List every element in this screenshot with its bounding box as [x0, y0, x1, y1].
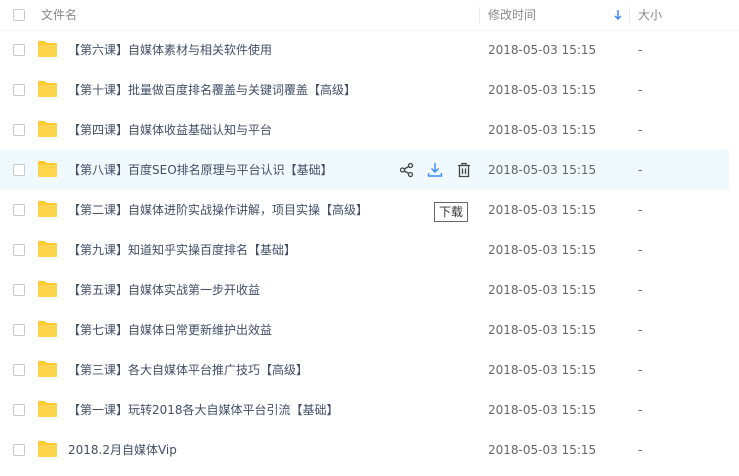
file-name[interactable]: 【第五课】自媒体实战第一步开收益: [68, 270, 260, 310]
folder-icon: [37, 400, 58, 418]
file-row[interactable]: 【第十课】批量做百度排名覆盖与关键词覆盖【高级】 2018-05-03 15:15…: [0, 70, 729, 110]
column-header-name[interactable]: 文件名: [41, 0, 77, 30]
file-name[interactable]: 【第三课】各大自媒体平台推广技巧【高级】: [68, 350, 308, 390]
folder-icon: [37, 360, 58, 378]
file-name[interactable]: 【第二课】自媒体进阶实战操作讲解，项目实操【高级】: [68, 190, 368, 230]
file-size: -: [638, 163, 643, 177]
file-row[interactable]: 【第二课】自媒体进阶实战操作讲解，项目实操【高级】 2018-05-03 15:1…: [0, 190, 729, 230]
file-name[interactable]: 2018.2月自媒体Vip: [68, 430, 177, 470]
row-checkbox[interactable]: [13, 444, 25, 456]
row-checkbox[interactable]: [13, 284, 25, 296]
row-checkbox[interactable]: [13, 164, 25, 176]
modified-time: 2018-05-03 15:15: [488, 163, 597, 177]
file-row[interactable]: 【第九课】知道知乎实操百度排名【基础】 2018-05-03 15:15 -: [0, 230, 729, 270]
file-row[interactable]: 【第三课】各大自媒体平台推广技巧【高级】 2018-05-03 15:15 -: [0, 350, 729, 390]
select-all-checkbox[interactable]: [13, 9, 25, 21]
file-name[interactable]: 【第四课】自媒体收益基础认知与平台: [68, 110, 272, 150]
row-checkbox[interactable]: [13, 84, 25, 96]
file-name[interactable]: 【第六课】自媒体素材与相关软件使用: [68, 30, 272, 70]
column-divider: [479, 7, 480, 23]
file-size: -: [638, 243, 643, 257]
folder-icon: [37, 120, 58, 138]
folder-icon: [37, 440, 58, 458]
file-size: -: [638, 123, 643, 137]
delete-icon[interactable]: [455, 161, 473, 179]
folder-icon: [37, 160, 58, 178]
modified-time: 2018-05-03 15:15: [488, 123, 597, 137]
file-name[interactable]: 【第一课】玩转2018各大自媒体平台引流【基础】: [68, 390, 339, 430]
file-size: -: [638, 363, 643, 377]
file-name[interactable]: 【第七课】自媒体日常更新维护出效益: [68, 310, 272, 350]
row-checkbox[interactable]: [13, 404, 25, 416]
folder-icon: [37, 240, 58, 258]
modified-time: 2018-05-03 15:15: [488, 283, 597, 297]
file-list-header: 文件名 修改时间 大小: [0, 0, 739, 31]
file-row[interactable]: 【第六课】自媒体素材与相关软件使用 2018-05-03 15:15 -: [0, 30, 729, 70]
file-size: -: [638, 283, 643, 297]
file-row[interactable]: 【第七课】自媒体日常更新维护出效益 2018-05-03 15:15 -: [0, 310, 729, 350]
row-checkbox[interactable]: [13, 44, 25, 56]
file-row[interactable]: 【第五课】自媒体实战第一步开收益 2018-05-03 15:15 -: [0, 270, 729, 310]
download-tooltip: 下载: [434, 202, 469, 222]
modified-time: 2018-05-03 15:15: [488, 323, 597, 337]
file-size: -: [638, 43, 643, 57]
file-name[interactable]: 【第十课】批量做百度排名覆盖与关键词覆盖【高级】: [68, 70, 356, 110]
column-divider: [629, 7, 630, 23]
file-row[interactable]: 【第一课】玩转2018各大自媒体平台引流【基础】 2018-05-03 15:15…: [0, 390, 729, 430]
row-checkbox[interactable]: [13, 364, 25, 376]
modified-time: 2018-05-03 15:15: [488, 203, 597, 217]
row-checkbox[interactable]: [13, 244, 25, 256]
modified-time: 2018-05-03 15:15: [488, 363, 597, 377]
row-checkbox[interactable]: [13, 124, 25, 136]
folder-icon: [37, 200, 58, 218]
file-size: -: [638, 323, 643, 337]
file-row[interactable]: 【第八课】百度SEO排名原理与平台认识【基础】 2018-05-03 15:15 -: [0, 150, 729, 190]
file-row[interactable]: 2018.2月自媒体Vip 2018-05-03 15:15 -: [0, 430, 729, 470]
share-icon[interactable]: [398, 161, 416, 179]
file-size: -: [638, 83, 643, 97]
modified-time: 2018-05-03 15:15: [488, 443, 597, 457]
modified-time: 2018-05-03 15:15: [488, 243, 597, 257]
modified-time: 2018-05-03 15:15: [488, 403, 597, 417]
file-name[interactable]: 【第九课】知道知乎实操百度排名【基础】: [68, 230, 296, 270]
sort-down-arrow-icon[interactable]: [614, 9, 622, 21]
folder-icon: [37, 280, 58, 298]
row-checkbox[interactable]: [13, 324, 25, 336]
file-name[interactable]: 【第八课】百度SEO排名原理与平台认识【基础】: [68, 150, 333, 190]
download-icon[interactable]: [426, 161, 444, 179]
modified-time: 2018-05-03 15:15: [488, 83, 597, 97]
folder-icon: [37, 80, 58, 98]
row-checkbox[interactable]: [13, 204, 25, 216]
file-size: -: [638, 203, 643, 217]
file-size: -: [638, 443, 643, 457]
folder-icon: [37, 320, 58, 338]
column-header-size[interactable]: 大小: [638, 0, 662, 30]
column-header-time[interactable]: 修改时间: [488, 0, 536, 30]
file-size: -: [638, 403, 643, 417]
folder-icon: [37, 40, 58, 58]
file-row[interactable]: 【第四课】自媒体收益基础认知与平台 2018-05-03 15:15 -: [0, 110, 729, 150]
modified-time: 2018-05-03 15:15: [488, 43, 597, 57]
